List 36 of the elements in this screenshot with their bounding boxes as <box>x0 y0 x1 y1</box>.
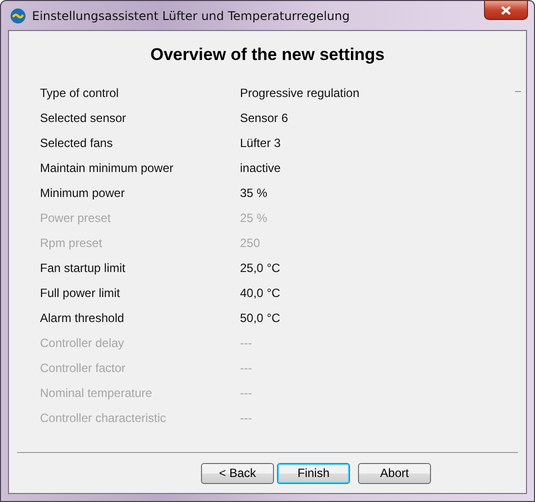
setting-label: Selected sensor <box>40 110 128 124</box>
dialog-button[interactable]: Finish <box>277 462 350 484</box>
close-icon <box>501 6 511 14</box>
setting-label: Selected fans <box>40 136 114 150</box>
setting-value: --- <box>240 360 252 374</box>
setting-label: Controller factor <box>40 360 126 374</box>
setting-value: Sensor 6 <box>240 110 288 124</box>
setting-label: Alarm threshold <box>40 310 126 324</box>
setting-label: Maintain minimum power <box>40 160 174 174</box>
setting-value: Lüfter 3 <box>240 136 281 150</box>
setting-label: Full power limit <box>40 286 122 300</box>
setting-label: Type of control <box>40 86 120 100</box>
setting-value: 50,0 °C <box>240 310 280 324</box>
setting-label: Controller delay <box>40 336 126 350</box>
setting-label: Minimum power <box>40 186 126 200</box>
setting-value: 25 % <box>240 210 268 224</box>
setting-value: --- <box>240 386 252 400</box>
setting-value: 40,0 °C <box>240 286 280 300</box>
setting-label: Fan startup limit <box>40 260 126 274</box>
setting-label: Power preset <box>40 210 112 224</box>
page-heading: Overview of the new settings <box>149 45 386 65</box>
setting-value: --- <box>240 336 252 350</box>
setting-label: Nominal temperature <box>40 386 154 400</box>
setting-label: Rpm preset <box>40 236 104 250</box>
setting-value: 250 <box>240 236 260 250</box>
close-button[interactable] <box>484 0 528 20</box>
dialog-button[interactable]: < Back <box>201 462 274 484</box>
setting-value: Progressive regulation <box>240 86 360 100</box>
dialog-button[interactable]: Abort <box>358 462 431 484</box>
window-title: Einstellungsassistent Lüfter und Temperaturregelung <box>32 8 350 22</box>
setting-value: 35 % <box>240 186 268 200</box>
setting-value: --- <box>240 410 252 424</box>
setting-value: 25,0 °C <box>240 260 280 274</box>
app-icon <box>10 8 26 24</box>
setting-label: Controller characteristic <box>40 410 168 424</box>
setting-value: inactive <box>240 160 281 174</box>
